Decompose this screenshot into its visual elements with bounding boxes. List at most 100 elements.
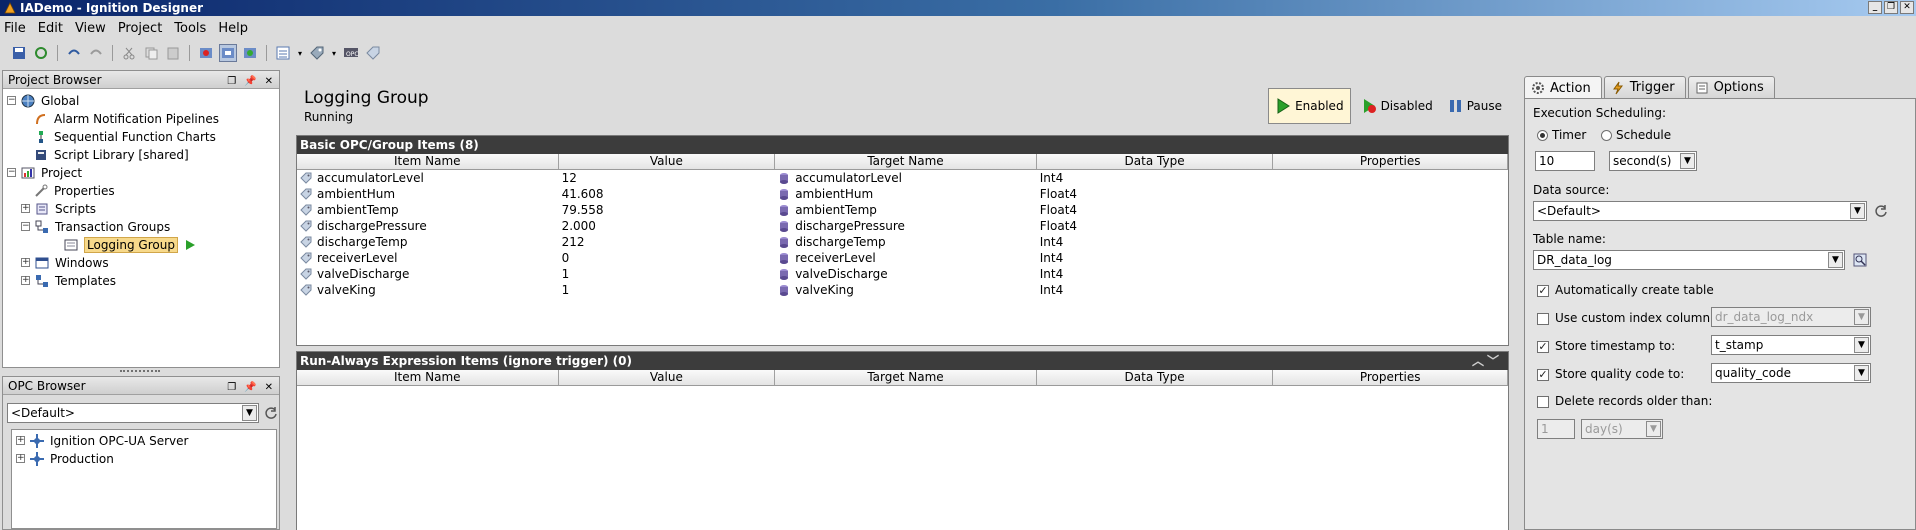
tab-action[interactable]: Action (1524, 76, 1602, 99)
menu-project[interactable]: Project (118, 21, 162, 36)
store-quality-checkbox[interactable]: ✓ Store quality code to: (1537, 367, 1684, 381)
tree-node-templates[interactable]: + Templates (21, 272, 116, 289)
opc-node-ignition-server[interactable]: + Ignition OPC-UA Server (16, 432, 188, 449)
tree-node-alarm-pipelines[interactable]: Alarm Notification Pipelines (33, 110, 219, 127)
disabled-button[interactable]: Disabled (1355, 88, 1439, 124)
table-row[interactable]: ambientTemp 79.558 ambientTemp Float4 (297, 202, 1508, 218)
delete-older-checkbox[interactable]: Delete records older than: (1537, 394, 1712, 408)
menu-edit[interactable]: Edit (38, 21, 63, 36)
custom-index-checkbox[interactable]: Use custom index column: (1537, 311, 1714, 325)
tab-trigger[interactable]: Trigger (1603, 76, 1686, 98)
table-row[interactable]: valveKing 1 valveKing Int4 (297, 282, 1508, 298)
menu-file[interactable]: File (4, 21, 26, 36)
tree-node-properties[interactable]: Properties (33, 182, 115, 199)
redo-button[interactable] (87, 44, 105, 62)
delete-age-input[interactable]: 1 (1537, 419, 1575, 439)
copy-button[interactable] (142, 44, 160, 62)
expand-icon[interactable]: + (21, 276, 30, 285)
save-button[interactable] (10, 44, 28, 62)
update-button[interactable] (32, 44, 50, 62)
radio-icon[interactable] (1601, 130, 1612, 141)
chevron-down-icon[interactable]: ▼ (242, 405, 257, 421)
cut-button[interactable] (120, 44, 138, 62)
comm-read-button[interactable] (219, 44, 237, 62)
close-panel-icon[interactable]: ✕ (265, 379, 273, 397)
chevron-down-icon[interactable]: ▼ (1646, 421, 1661, 437)
menu-tools[interactable]: Tools (174, 21, 206, 36)
pause-button[interactable]: Pause (1443, 88, 1508, 124)
chevron-down-icon[interactable]: ▼ (1854, 337, 1869, 353)
column-header[interactable]: Data Type (1037, 370, 1274, 385)
column-header[interactable]: Target Name (775, 154, 1037, 169)
chevron-down-icon[interactable]: ▼ (1680, 153, 1695, 169)
opc-quick-client-button[interactable]: OPC (342, 44, 360, 62)
refresh-icon[interactable] (264, 406, 278, 420)
tree-node-sfc[interactable]: Sequential Function Charts (33, 128, 216, 145)
column-header[interactable]: Properties (1273, 154, 1508, 169)
undo-button[interactable] (65, 44, 83, 62)
checkbox-icon[interactable] (1537, 395, 1549, 408)
tag-icon-button[interactable] (364, 44, 382, 62)
collapse-icon[interactable]: − (7, 168, 16, 177)
expand-icon[interactable]: + (16, 454, 25, 463)
schedule-radio[interactable]: Schedule (1601, 128, 1671, 142)
pin-panel-icon[interactable]: 📌 (244, 379, 256, 397)
data-source-select[interactable]: <Default> ▼ (1533, 201, 1867, 221)
quality-column-select[interactable]: quality_code ▼ (1711, 363, 1871, 383)
paste-button[interactable] (164, 44, 182, 62)
table-row[interactable]: valveDischarge 1 valveDischarge Int4 (297, 266, 1508, 282)
tree-node-logging-group[interactable]: Logging Group (63, 236, 196, 253)
column-header[interactable]: Item Name (297, 154, 559, 169)
close-window-button[interactable]: ✕ (1900, 1, 1914, 14)
collapse-icon[interactable]: − (7, 96, 16, 105)
enabled-button[interactable]: Enabled (1268, 88, 1351, 124)
chevron-down-icon[interactable]: ▼ (1828, 252, 1843, 268)
tree-node-script-library[interactable]: Script Library [shared] (33, 146, 189, 163)
chevron-down-icon[interactable]: ▼ (1854, 365, 1869, 381)
expand-icon[interactable]: + (21, 204, 30, 213)
tree-node-scripts[interactable]: + Scripts (21, 200, 96, 217)
rate-unit-select[interactable]: second(s) ▼ (1609, 151, 1697, 171)
auto-create-table-checkbox[interactable]: ✓ Automatically create table (1537, 283, 1714, 297)
table-row[interactable]: dischargePressure 2.000 dischargePressure F… (297, 218, 1508, 234)
delete-unit-select[interactable]: day(s) ▼ (1581, 419, 1663, 439)
list-dropdown-button[interactable]: ▾ (296, 44, 304, 62)
collapse-chevron-icon[interactable]: ︿﹀ (1472, 352, 1502, 370)
menu-help[interactable]: Help (218, 21, 248, 36)
comm-readwrite-button[interactable] (241, 44, 259, 62)
browse-table-icon[interactable] (1853, 253, 1867, 267)
table-row[interactable]: accumulatorLevel 12 accumulatorLevel Int4 (297, 170, 1508, 186)
opc-node-production[interactable]: + Production (16, 450, 114, 467)
timestamp-column-select[interactable]: t_stamp ▼ (1711, 335, 1871, 355)
rate-input[interactable]: 10 (1535, 151, 1595, 171)
expand-icon[interactable]: + (21, 258, 30, 267)
table-row[interactable]: ambientHum 41.608 ambientHum Float4 (297, 186, 1508, 202)
column-header[interactable]: Target Name (775, 370, 1037, 385)
chevron-down-icon[interactable]: ▼ (1850, 203, 1865, 219)
tree-node-global[interactable]: − Global (7, 92, 79, 109)
refresh-icon[interactable] (1874, 204, 1888, 218)
comm-off-button[interactable] (197, 44, 215, 62)
restore-button[interactable]: ❐ (1884, 1, 1898, 14)
minimize-button[interactable]: _ (1868, 1, 1882, 14)
column-header[interactable]: Data Type (1037, 154, 1274, 169)
radio-selected-icon[interactable] (1537, 130, 1548, 141)
checkbox-checked-icon[interactable]: ✓ (1537, 368, 1549, 381)
table-row[interactable]: receiverLevel 0 receiverLevel Int4 (297, 250, 1508, 266)
tab-options[interactable]: Options (1687, 76, 1775, 98)
chevron-down-icon[interactable]: ▼ (1854, 309, 1869, 325)
checkbox-checked-icon[interactable]: ✓ (1537, 340, 1549, 353)
column-header[interactable]: Value (559, 154, 776, 169)
collapse-icon[interactable]: − (21, 222, 30, 231)
checkbox-checked-icon[interactable]: ✓ (1537, 284, 1549, 297)
checkbox-icon[interactable] (1537, 312, 1549, 325)
column-header[interactable]: Value (559, 370, 776, 385)
panel-splitter[interactable] (120, 370, 160, 374)
column-header[interactable]: Item Name (297, 370, 559, 385)
table-name-select[interactable]: DR_data_log ▼ (1533, 250, 1845, 270)
tree-node-transaction-groups[interactable]: − Transaction Groups (21, 218, 170, 235)
tree-node-windows[interactable]: + Windows (21, 254, 109, 271)
tag-tools-dropdown-button[interactable]: ▾ (330, 44, 338, 62)
opc-server-select[interactable]: <Default> ▼ (7, 403, 259, 423)
tree-node-project[interactable]: − Project (7, 164, 82, 181)
